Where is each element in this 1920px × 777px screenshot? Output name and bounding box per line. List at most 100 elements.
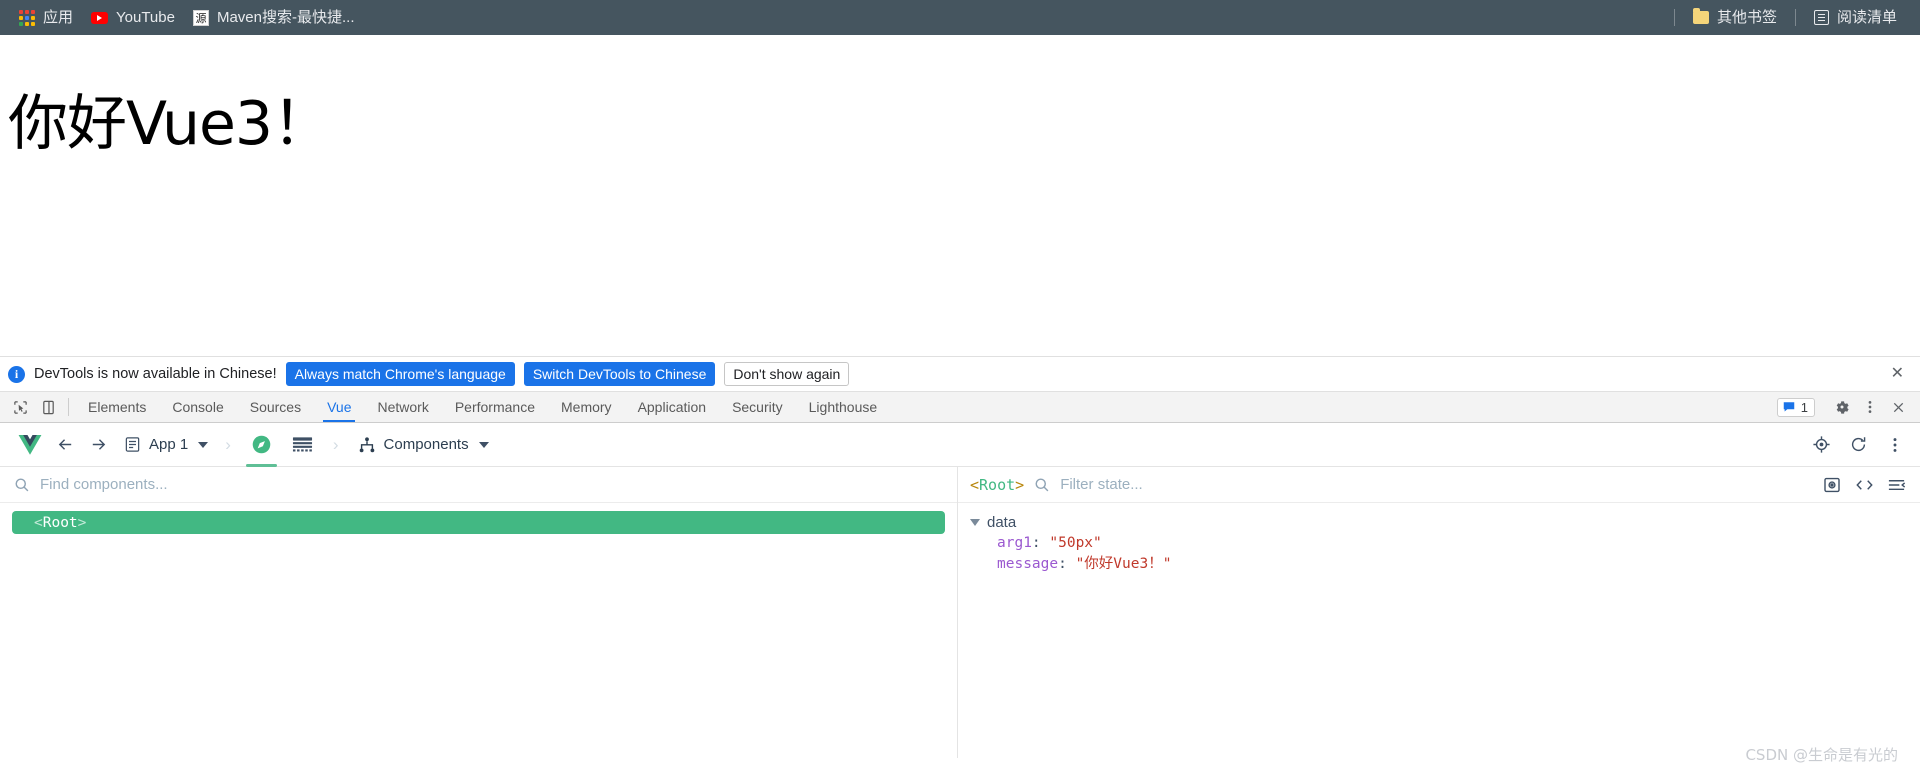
components-label: Components <box>383 436 469 453</box>
tab-security[interactable]: Security <box>719 392 796 422</box>
reading-list-icon <box>1813 10 1829 25</box>
tab-elements[interactable]: Elements <box>75 392 159 422</box>
breadcrumb-chevron-icon-2: › <box>332 434 339 454</box>
inspect-element-icon[interactable] <box>6 392 34 422</box>
bookmarks-left-group: 应用 YouTube 源 Maven搜索-最快捷... <box>10 6 1665 30</box>
tab-network[interactable]: Network <box>364 392 441 422</box>
forward-arrow-icon[interactable] <box>83 430 114 460</box>
tab-performance[interactable]: Performance <box>442 392 548 422</box>
state-root-open-angle: < <box>970 475 980 494</box>
info-icon: i <box>8 365 25 383</box>
more-vertical-icon[interactable] <box>1856 394 1884 420</box>
more-vertical-icon-2[interactable] <box>1880 430 1910 460</box>
device-toolbar-icon[interactable] <box>34 392 62 422</box>
back-arrow-icon[interactable] <box>50 430 81 460</box>
component-tree-list: < Root > <box>0 503 957 758</box>
dont-show-again-button[interactable]: Don't show again <box>724 362 850 386</box>
tree-node-root[interactable]: < Root > <box>12 511 945 534</box>
state-separator-arg1: : <box>1031 535 1041 551</box>
bookmark-apps[interactable]: 应用 <box>10 6 82 30</box>
state-group-label: data <box>987 514 1017 531</box>
collapse-all-icon[interactable] <box>1882 472 1910 498</box>
app-selector[interactable]: App 1 <box>116 430 214 460</box>
chevron-down-icon <box>198 441 209 448</box>
refresh-icon[interactable] <box>1843 430 1874 460</box>
grid-icon[interactable] <box>283 423 322 467</box>
vue-devtools-toolbar: App 1 › › Components <box>0 423 1920 467</box>
state-root-label: <Root> <box>970 476 1024 494</box>
close-icon[interactable]: ✕ <box>1885 366 1910 382</box>
bookmark-other-bookmarks-label: 其他书签 <box>1716 9 1777 26</box>
components-selector[interactable]: Components <box>350 430 495 460</box>
filter-state-input[interactable] <box>1060 476 1808 493</box>
bookmark-apps-label: 应用 <box>43 9 74 26</box>
switch-to-chinese-button[interactable]: Switch DevTools to Chinese <box>523 362 716 386</box>
devtools-tab-strip: Elements Console Sources Vue Network Per… <box>0 392 1920 423</box>
find-components-bar <box>0 467 957 503</box>
state-inspector-header: <Root> <box>958 467 1920 503</box>
inspect-dom-icon[interactable] <box>1818 472 1846 498</box>
tab-sources[interactable]: Sources <box>237 392 314 422</box>
tab-application[interactable]: Application <box>625 392 720 422</box>
components-tree-icon <box>358 436 376 454</box>
target-icon[interactable] <box>1806 430 1837 460</box>
bookmarks-bar: 应用 YouTube 源 Maven搜索-最快捷... 其他书签 阅读清单 <box>0 0 1920 35</box>
youtube-icon <box>91 11 109 24</box>
tree-node-label: Root <box>42 514 78 531</box>
page-title: 你好Vue3！ <box>8 89 332 159</box>
state-inspector-body: data arg1: "50px" message: "你好Vue3！" <box>958 503 1920 575</box>
component-tree-pane: <Root> <box>0 467 958 758</box>
bookmarks-right-group: 其他书签 阅读清单 <box>1665 6 1906 29</box>
triangle-down-icon <box>970 519 980 526</box>
bookmark-reading-list-label: 阅读清单 <box>1836 9 1897 26</box>
notice-message: DevTools is now available in Chinese! <box>34 366 277 382</box>
tab-lighthouse[interactable]: Lighthouse <box>796 392 891 422</box>
vue-toolbar-actions <box>1806 430 1910 460</box>
close-devtools-icon[interactable] <box>1884 394 1912 420</box>
maven-icon: 源 <box>192 9 209 26</box>
bookmark-youtube-label: YouTube <box>116 9 175 26</box>
state-inspector-pane: <Root> Filter state... data arg1: "50px"… <box>958 467 1920 758</box>
state-inspector-actions <box>1818 472 1910 498</box>
tab-memory[interactable]: Memory <box>548 392 625 422</box>
state-group-data[interactable]: data <box>970 512 1920 533</box>
bookmarks-divider <box>1673 9 1675 26</box>
state-key-arg1: arg1 <box>997 535 1032 551</box>
tag-open-angle: < <box>34 514 43 531</box>
breadcrumb-chevron-icon: › <box>225 434 231 454</box>
state-row-arg1[interactable]: arg1: "50px" <box>970 533 1920 554</box>
code-icon[interactable] <box>1850 472 1878 498</box>
message-count-label: 1 <box>1800 399 1808 415</box>
app-label: App 1 <box>149 436 189 453</box>
filter-search-icon <box>1034 477 1050 493</box>
vue-logo-icon <box>12 430 48 460</box>
page-viewport: 你好Vue3！ <box>0 35 1920 356</box>
chevron-down-icon-2 <box>478 441 489 448</box>
message-count-badge[interactable]: 1 <box>1776 397 1815 417</box>
devtools-tab-divider <box>68 398 69 416</box>
state-value-message: "你好Vue3！" <box>1075 556 1172 572</box>
state-root-close-angle: > <box>1015 475 1025 494</box>
search-input[interactable] <box>40 476 943 493</box>
tab-console[interactable]: Console <box>159 392 236 422</box>
devtools-tab-actions: 1 <box>1776 392 1920 422</box>
apps-grid-icon <box>19 9 35 26</box>
state-key-message: message <box>997 556 1059 572</box>
state-value-arg1: "50px" <box>1049 535 1102 551</box>
always-match-language-button[interactable]: Always match Chrome's language <box>285 362 515 386</box>
bookmark-maven[interactable]: 源 Maven搜索-最快捷... <box>184 6 364 30</box>
compass-icon[interactable] <box>242 423 281 467</box>
devtools-language-notice: i DevTools is now available in Chinese! … <box>0 356 1920 392</box>
state-root-name: Root <box>979 475 1016 494</box>
bookmark-maven-label: Maven搜索-最快捷... <box>216 9 355 26</box>
bookmark-youtube[interactable]: YouTube <box>82 6 184 29</box>
gear-icon[interactable] <box>1828 394 1856 420</box>
bookmark-reading-list[interactable]: 阅读清单 <box>1805 6 1906 29</box>
folder-icon <box>1692 8 1709 24</box>
tab-vue[interactable]: Vue <box>314 392 364 422</box>
search-icon <box>14 477 30 493</box>
tag-close-angle: > <box>77 514 87 531</box>
bookmark-other-bookmarks[interactable]: 其他书签 <box>1684 6 1786 29</box>
bookmarks-divider-2 <box>1794 9 1796 26</box>
state-row-message[interactable]: message: "你好Vue3！" <box>970 554 1920 575</box>
